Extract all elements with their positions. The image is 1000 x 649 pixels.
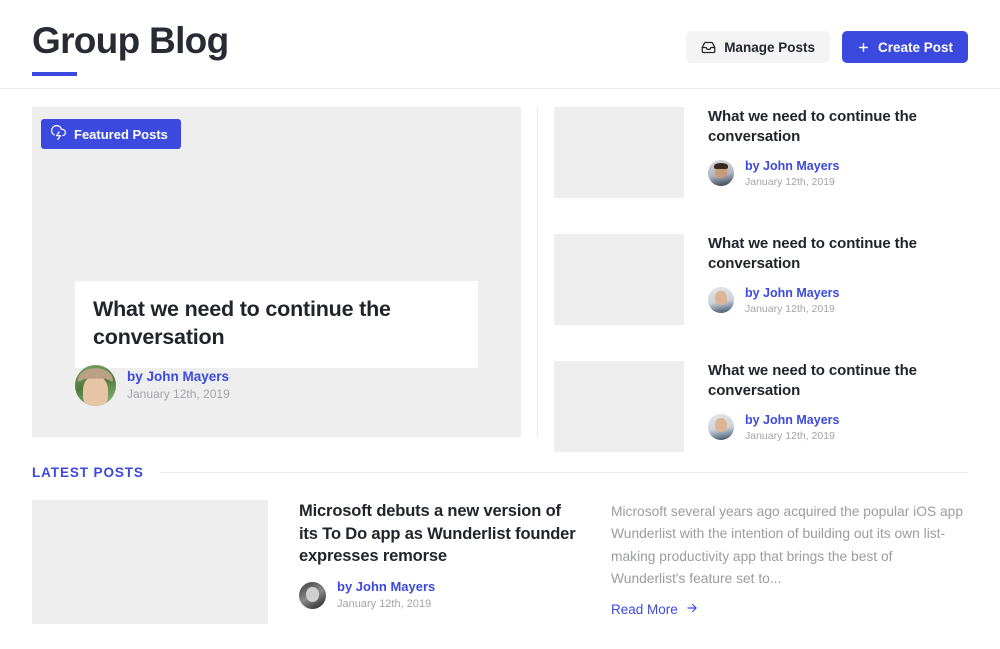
inbox-icon [701,40,716,55]
post-title: What we need to continue the conversatio… [708,108,917,146]
post-author[interactable]: by John Mayers [337,579,435,596]
post-thumbnail [554,234,684,325]
post-date: January 12th, 2019 [337,597,432,610]
post-title: What we need to continue the conversatio… [708,362,917,400]
post-byline: by John Mayers January 12th, 2019 [299,579,580,612]
post-thumbnail [554,107,684,198]
post-date: January 12th, 2019 [745,429,835,442]
featured-sidebar-list: What we need to continue the conversatio… [538,107,968,452]
arrow-right-icon [685,601,699,618]
latest-posts-header: LATEST POSTS [0,465,1000,480]
manage-posts-button[interactable]: Manage Posts [686,31,830,63]
read-more-link[interactable]: Read More [611,601,699,618]
post-date: January 12th, 2019 [745,175,835,188]
list-item[interactable]: What we need to continue the conversatio… [554,234,968,325]
post-thumbnail [554,361,684,452]
avatar [708,414,734,441]
create-post-label: Create Post [877,39,953,55]
plus-icon [857,41,870,54]
title-underline-accent [32,71,77,76]
featured-posts-badge: Featured Posts [41,119,181,149]
list-item[interactable]: What we need to continue the conversatio… [554,107,968,198]
horizontal-rule [159,472,968,473]
post-byline: by John Mayers January 12th, 2019 [708,285,968,317]
manage-posts-label: Manage Posts [724,39,815,55]
post-byline: by John Mayers January 12th, 2019 [708,412,968,444]
post-author[interactable]: by John Mayers [745,412,839,428]
featured-section: Featured Posts What we need to continue … [0,89,1000,452]
post-title: Microsoft debuts a new version of its To… [299,502,576,566]
title-block: Group Blog [32,0,229,76]
latest-post-item[interactable]: Microsoft debuts a new version of its To… [0,480,1000,624]
post-date: January 12th, 2019 [745,302,835,315]
page-header: Group Blog Manage Posts Create Post [0,0,1000,89]
header-actions: Manage Posts Create Post [686,0,968,63]
avatar [299,581,326,609]
featured-post-card[interactable]: Featured Posts What we need to continue … [32,107,521,437]
featured-post-byline: by John Mayers January 12th, 2019 [75,365,230,406]
latest-post-main: Microsoft debuts a new version of its To… [299,500,580,624]
read-more-label: Read More [611,602,678,618]
list-item[interactable]: What we need to continue the conversatio… [554,361,968,452]
avatar [708,287,734,314]
latest-posts-label: LATEST POSTS [32,465,144,480]
create-post-button[interactable]: Create Post [841,31,968,63]
post-excerpt: Microsoft several years ago acquired the… [611,504,964,587]
post-author[interactable]: by John Mayers [745,285,839,301]
avatar [75,365,116,406]
featured-post-title-box: What we need to continue the conversatio… [75,281,478,369]
page-title: Group Blog [32,20,229,61]
featured-post-title: What we need to continue the conversatio… [93,297,391,349]
featured-post-date: January 12th, 2019 [127,387,230,402]
post-byline: by John Mayers January 12th, 2019 [708,158,968,190]
featured-posts-badge-label: Featured Posts [74,126,168,142]
featured-post-author[interactable]: by John Mayers [127,368,230,386]
post-author[interactable]: by John Mayers [745,158,839,174]
post-title: What we need to continue the conversatio… [708,235,917,273]
cloud-lightning-icon [51,125,66,143]
latest-post-excerpt-block: Microsoft several years ago acquired the… [611,500,968,624]
post-thumbnail [32,500,268,624]
avatar [708,160,734,187]
